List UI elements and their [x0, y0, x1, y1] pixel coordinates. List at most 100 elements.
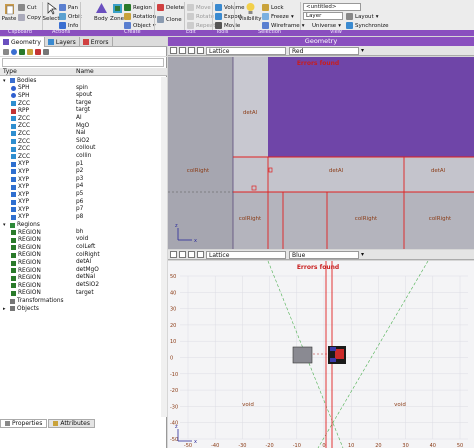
zoom-icon[interactable]	[188, 47, 195, 54]
tree-row[interactable]: ZCC collin	[0, 153, 167, 161]
chevron-down-icon[interactable]: ▾	[3, 222, 8, 228]
top-color-select[interactable]: Red	[289, 46, 359, 55]
tree-row[interactable]: XYP p1	[0, 161, 167, 169]
pan-label: Pan	[68, 4, 78, 11]
tree-group[interactable]: ▾ Regions	[0, 221, 167, 229]
clone-button[interactable]: Clone	[157, 15, 182, 24]
crosshair-icon[interactable]	[179, 251, 186, 258]
lock-button[interactable]: Lock	[262, 3, 284, 12]
scissors-icon	[18, 4, 25, 11]
tree-row[interactable]: REGION colLeft	[0, 244, 167, 252]
delete-button[interactable]: Delete	[157, 3, 184, 12]
tree-row[interactable]: REGION detSiO2	[0, 282, 167, 290]
tree-row[interactable]: XYP p6	[0, 199, 167, 207]
layer-combo[interactable]: Layer	[303, 12, 343, 20]
tree-row[interactable]: ZCC Al	[0, 115, 167, 123]
bottom-view-mode-select[interactable]: Lattice	[206, 250, 286, 259]
chevron-down-icon[interactable]: ▾	[361, 251, 364, 258]
region-button[interactable]: Region	[124, 3, 152, 12]
region-filter-icon[interactable]	[19, 48, 25, 55]
tree-row[interactable]: ZCC SiO2	[0, 138, 167, 146]
bottom-viewport[interactable]: Errors found void void 50 40 30 20 10 0 -10 -20…	[168, 261, 474, 448]
tree-row[interactable]: ZCC MgO	[0, 123, 167, 131]
top-view-mode-select[interactable]: Lattice	[206, 46, 286, 55]
x-tick-label: 30	[402, 443, 408, 448]
tree-row[interactable]: REGION void	[0, 236, 167, 244]
tab-geometry[interactable]: Geometry	[0, 37, 45, 47]
tree-row[interactable]: ZCC targe	[0, 100, 167, 108]
top-viewport[interactable]: Errors found detAl colRight detAl detAl …	[168, 57, 474, 249]
tree-group[interactable]: ▸ Objects	[0, 305, 167, 313]
body-button[interactable]: Body	[94, 2, 108, 22]
tree-row-name: void	[76, 236, 89, 243]
project-combo[interactable]: <untitled>	[303, 3, 361, 11]
synchronize-button[interactable]: Synchronize	[346, 21, 389, 30]
expand-icon[interactable]	[3, 48, 9, 55]
tree-row[interactable]: REGION detNaI	[0, 274, 167, 282]
cyl-icon	[11, 146, 16, 152]
paste-label: Paste	[1, 16, 17, 22]
visibility-button[interactable]: Visibility	[238, 2, 262, 22]
tree-row[interactable]: REGION target	[0, 290, 167, 298]
tab-attributes[interactable]: Attributes	[48, 419, 95, 428]
tree-row[interactable]: XYP p4	[0, 183, 167, 191]
bottom-viewport-canvas[interactable]: Errors found void void 50 40 30 20 10 0 -10 -20…	[168, 261, 474, 448]
copy-button[interactable]: Copy	[18, 13, 41, 22]
tree-row[interactable]: SPH spout	[0, 92, 167, 100]
tree-row[interactable]: RPP targt	[0, 107, 167, 115]
tree-row[interactable]: XYP p7	[0, 206, 167, 214]
cut-button[interactable]: Cut	[18, 3, 36, 12]
crosshair-icon[interactable]	[179, 47, 186, 54]
tree-row[interactable]: REGION detMgO	[0, 267, 167, 275]
tree-group[interactable]: ▾ Bodies	[0, 77, 167, 85]
tree-row[interactable]: SPH spin	[0, 85, 167, 93]
bulb-icon	[246, 3, 254, 14]
header-name[interactable]: Name	[76, 68, 94, 75]
tree-scrollbar[interactable]	[161, 77, 167, 417]
rotation-filter-icon[interactable]	[27, 48, 33, 55]
grid-icon[interactable]	[197, 251, 204, 258]
chevron-down-icon[interactable]: ▾	[361, 47, 364, 54]
move-button[interactable]: Move	[187, 3, 211, 12]
tree-row[interactable]: XYP p5	[0, 191, 167, 199]
chevron-right-icon[interactable]: ▸	[3, 306, 8, 312]
menu-icon[interactable]	[170, 251, 177, 258]
paste-button[interactable]: Paste	[2, 2, 16, 22]
zoom-icon[interactable]	[188, 251, 195, 258]
bottom-color-select[interactable]: Blue	[289, 250, 359, 259]
tab-layers[interactable]: Layers	[45, 37, 80, 47]
x-tick-label: 0	[322, 443, 325, 448]
top-viewport-canvas[interactable]: Errors found detAl colRight detAl detAl …	[168, 57, 474, 249]
object-filter-icon[interactable]	[35, 48, 41, 55]
header-type[interactable]: Type	[3, 68, 17, 75]
tree-row-type: REGION	[18, 267, 41, 274]
tree-filter-input[interactable]	[2, 58, 164, 67]
orbit-button[interactable]: Orbit	[59, 12, 82, 21]
grid-icon[interactable]	[197, 47, 204, 54]
chevron-down-icon: ▾	[290, 13, 294, 20]
lock-label: Lock	[271, 4, 284, 11]
tree-row[interactable]: REGION colRight	[0, 252, 167, 260]
pan-button[interactable]: Pan	[59, 3, 78, 12]
select-button[interactable]: Select	[43, 2, 59, 22]
rotate-button[interactable]: Rotate	[187, 12, 214, 21]
tree-row[interactable]: ZCC NaI	[0, 130, 167, 138]
sphere-filter-icon[interactable]	[11, 48, 17, 55]
tab-errors[interactable]: Errors	[80, 37, 113, 47]
rotation-button[interactable]: Rotation	[124, 12, 156, 21]
tree-group[interactable]: Transformations	[0, 297, 167, 305]
tree-row[interactable]: REGION detAl	[0, 259, 167, 267]
tab-properties[interactable]: Properties	[0, 419, 48, 428]
menu-icon[interactable]	[170, 47, 177, 54]
separator	[80, 2, 81, 30]
freeze-button[interactable]: Freeze ▾	[262, 12, 294, 21]
chevron-down-icon[interactable]: ▾	[3, 78, 8, 84]
layout-button[interactable]: Layout ▾	[346, 12, 378, 21]
material-filter-icon[interactable]	[43, 48, 49, 55]
tree-row[interactable]: XYP p3	[0, 176, 167, 184]
zone-button[interactable]: Zone	[110, 2, 124, 22]
tree-row[interactable]: XYP p2	[0, 168, 167, 176]
tree-row[interactable]: XYP p8	[0, 214, 167, 222]
tree-row[interactable]: REGION bh	[0, 229, 167, 237]
tree-row[interactable]: ZCC collout	[0, 145, 167, 153]
